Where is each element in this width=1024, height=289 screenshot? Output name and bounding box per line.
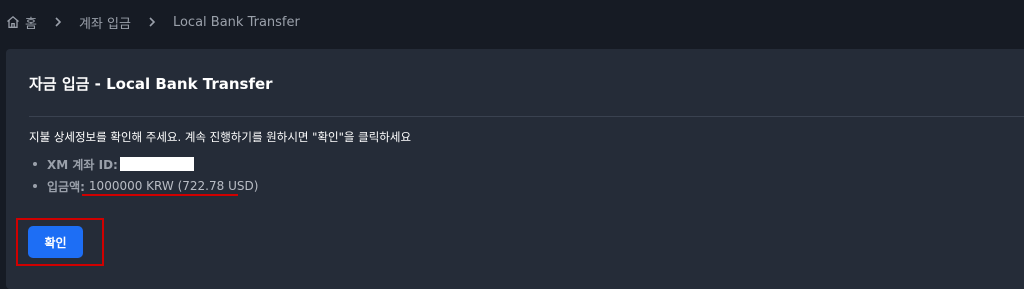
- bullet-icon: [33, 162, 37, 166]
- instructions-text: 지불 상세정보를 확인해 주세요. 계속 진행하기를 원하시면 "확인"을 클릭…: [29, 130, 412, 144]
- confirm-button[interactable]: 확인: [28, 226, 83, 258]
- home-icon: [6, 15, 20, 29]
- redacted-account-id: [119, 157, 194, 171]
- breadcrumb: 홈 계좌 입금 Local Bank Transfer: [6, 0, 300, 44]
- breadcrumb-home[interactable]: 홈: [6, 13, 37, 32]
- amount-highlight-underline: [82, 194, 238, 196]
- list-item-account-id: XM 계좌 ID:: [29, 153, 258, 175]
- chevron-right-icon: [53, 17, 63, 27]
- breadcrumb-home-label: 홈: [25, 16, 37, 32]
- chevron-right-icon: [147, 17, 157, 27]
- deposit-card: 자금 입금 - Local Bank Transfer 지불 상세정보를 확인해…: [6, 49, 1024, 289]
- card-title: 자금 입금 - Local Bank Transfer: [29, 75, 273, 93]
- breadcrumb-deposit[interactable]: 계좌 입금: [79, 13, 131, 32]
- amount-value: 1000000 KRW (722.78 USD): [88, 179, 259, 193]
- divider: [29, 116, 1024, 117]
- payment-details-list: XM 계좌 ID: 입금액: 1000000 KRW (722.78 USD): [29, 153, 258, 197]
- amount-label: 입금액:: [47, 179, 85, 194]
- breadcrumb-current: Local Bank Transfer: [172, 14, 300, 30]
- bullet-icon: [33, 184, 37, 188]
- account-id-label: XM 계좌 ID:: [47, 157, 118, 172]
